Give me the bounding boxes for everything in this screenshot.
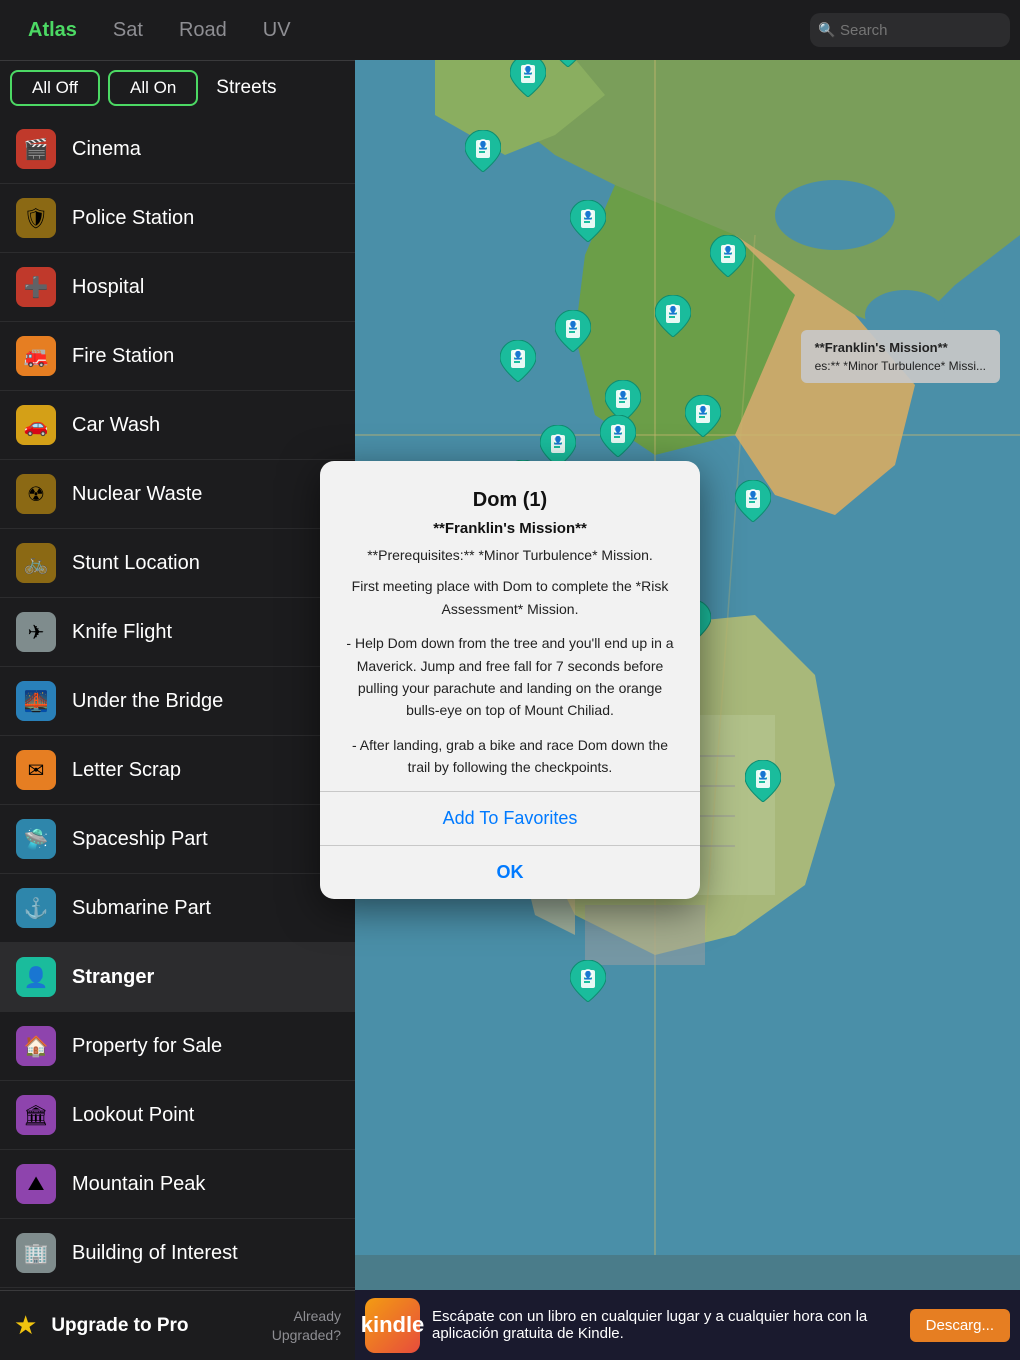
modal-body2: - Help Dom down from the tree and you'll… xyxy=(346,632,674,722)
modal-body3: - After landing, grab a bike and race Do… xyxy=(346,734,674,779)
add-to-favorites-button[interactable]: Add To Favorites xyxy=(346,792,674,845)
modal-box: Dom (1) **Franklin's Mission** **Prerequ… xyxy=(320,461,700,898)
modal-body1: First meeting place with Dom to complete… xyxy=(346,575,674,620)
modal-prereq: **Prerequisites:** *Minor Turbulence* Mi… xyxy=(346,547,674,563)
modal-mission: **Franklin's Mission** xyxy=(346,520,674,537)
modal-title: Dom (1) xyxy=(346,489,674,512)
ok-button[interactable]: OK xyxy=(346,846,674,899)
modal-overlay: Dom (1) **Franklin's Mission** **Prerequ… xyxy=(0,0,1020,1360)
